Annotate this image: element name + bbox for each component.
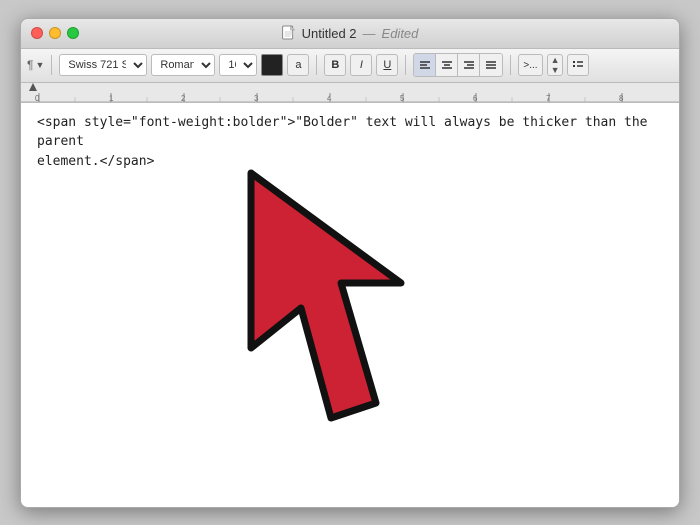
paragraph-dropdown-arrow[interactable]: ▼ xyxy=(35,60,44,70)
window-title: Untitled 2 xyxy=(302,26,357,41)
app-window: Untitled 2 — Edited ¶ ▼ Swiss 721 SWA Ro… xyxy=(20,18,680,508)
underline-button[interactable]: U xyxy=(376,54,398,76)
align-right-button[interactable] xyxy=(458,54,480,76)
align-justify-button[interactable] xyxy=(480,54,502,76)
content-area[interactable]: <span style="font-weight:bolder">"Bolder… xyxy=(21,103,679,507)
align-center-button[interactable] xyxy=(436,54,458,76)
toolbar: ¶ ▼ Swiss 721 SWA Roman 16 a B I U xyxy=(21,49,679,83)
paragraph-icon: ¶ xyxy=(27,58,33,72)
title-area: Untitled 2 — Edited xyxy=(282,25,419,41)
minimize-button[interactable] xyxy=(49,27,61,39)
content-line2: element.</span> xyxy=(37,154,154,169)
ruler: 0 1 2 3 4 5 6 7 8 xyxy=(21,83,679,103)
list-button[interactable] xyxy=(567,54,589,76)
toolbar-separator-4 xyxy=(510,55,511,75)
title-bar: Untitled 2 — Edited xyxy=(21,19,679,49)
bold-button[interactable]: B xyxy=(324,54,346,76)
content-line1: <span style="font-weight:bolder">"Bolder… xyxy=(37,115,647,150)
close-button[interactable] xyxy=(31,27,43,39)
cursor-arrow xyxy=(221,163,481,450)
toolbar-separator-2 xyxy=(316,55,317,75)
document-content: <span style="font-weight:bolder">"Bolder… xyxy=(37,113,663,172)
italic-button[interactable]: I xyxy=(350,54,372,76)
toolbar-separator-1 xyxy=(51,55,52,75)
title-separator: — xyxy=(363,26,376,41)
font-size-select[interactable]: 16 xyxy=(219,54,257,76)
alignment-group xyxy=(413,53,503,77)
color-text-button[interactable]: a xyxy=(287,54,309,76)
svg-text:0: 0 xyxy=(35,94,40,103)
more-options-button[interactable]: >... xyxy=(518,54,542,76)
maximize-button[interactable] xyxy=(67,27,79,39)
edited-status: Edited xyxy=(382,26,419,41)
color-swatch[interactable] xyxy=(261,54,283,76)
font-family-select[interactable]: Swiss 721 SWA xyxy=(59,54,147,76)
ruler-svg: 0 1 2 3 4 5 6 7 8 xyxy=(21,83,679,103)
document-icon xyxy=(282,25,296,41)
toolbar-separator-3 xyxy=(405,55,406,75)
paragraph-group: ¶ ▼ xyxy=(27,58,44,72)
line-spacing-stepper[interactable]: ▲▼ xyxy=(547,54,564,76)
font-style-select[interactable]: Roman xyxy=(151,54,215,76)
align-left-button[interactable] xyxy=(414,54,436,76)
traffic-lights xyxy=(21,27,79,39)
